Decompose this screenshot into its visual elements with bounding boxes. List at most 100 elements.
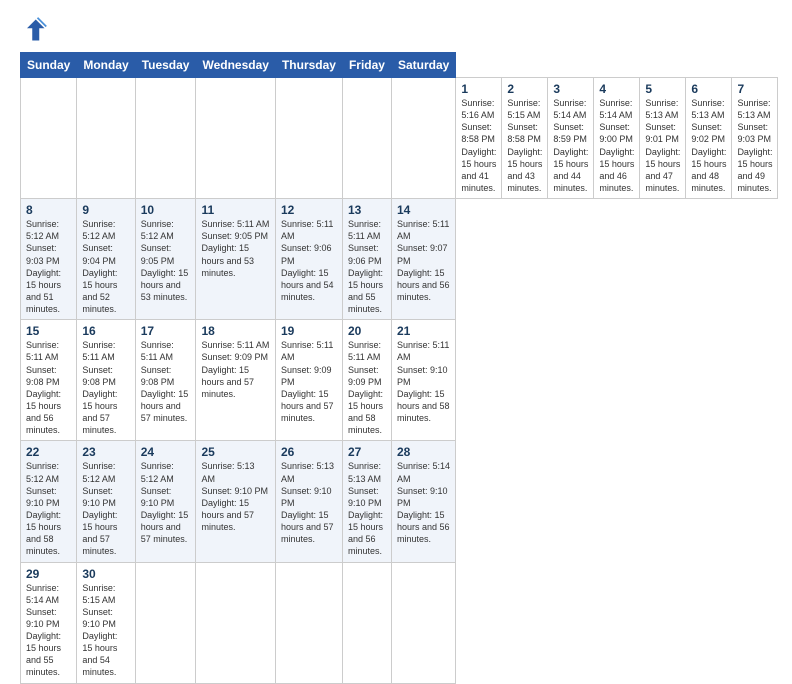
day-number: 28: [397, 445, 450, 459]
day-number: 27: [348, 445, 386, 459]
week-row-4: 22Sunrise: 5:12 AM Sunset: 9:10 PM Dayli…: [21, 441, 778, 562]
day-cell-27: 27Sunrise: 5:13 AM Sunset: 9:10 PM Dayli…: [342, 441, 391, 562]
logo-area: [20, 16, 52, 44]
empty-cell: [77, 78, 135, 199]
day-number: 13: [348, 203, 386, 217]
empty-cell: [342, 78, 391, 199]
page: SundayMondayTuesdayWednesdayThursdayFrid…: [0, 0, 792, 612]
weekday-header-row: SundayMondayTuesdayWednesdayThursdayFrid…: [21, 53, 778, 78]
day-number: 24: [141, 445, 191, 459]
day-cell-24: 24Sunrise: 5:12 AM Sunset: 9:10 PM Dayli…: [135, 441, 196, 562]
day-number: 18: [201, 324, 269, 338]
day-cell-14: 14Sunrise: 5:11 AM Sunset: 9:07 PM Dayli…: [391, 199, 455, 320]
day-info: Sunrise: 5:11 AM Sunset: 9:08 PM Dayligh…: [141, 339, 191, 424]
day-info: Sunrise: 5:13 AM Sunset: 9:10 PM Dayligh…: [201, 460, 269, 533]
day-info: Sunrise: 5:13 AM Sunset: 9:10 PM Dayligh…: [348, 460, 386, 557]
logo-icon: [20, 16, 48, 44]
day-number: 8: [26, 203, 71, 217]
day-number: 22: [26, 445, 71, 459]
weekday-sunday: Sunday: [21, 53, 77, 78]
day-number: 6: [691, 82, 726, 96]
day-cell-26: 26Sunrise: 5:13 AM Sunset: 9:10 PM Dayli…: [275, 441, 342, 562]
day-number: 3: [553, 82, 588, 96]
day-info: Sunrise: 5:11 AM Sunset: 9:09 PM Dayligh…: [281, 339, 337, 424]
day-number: 2: [507, 82, 542, 96]
day-number: 17: [141, 324, 191, 338]
day-cell-18: 18Sunrise: 5:11 AM Sunset: 9:09 PM Dayli…: [196, 320, 275, 441]
day-cell-5: 5Sunrise: 5:13 AM Sunset: 9:01 PM Daylig…: [640, 78, 686, 199]
day-number: 5: [645, 82, 680, 96]
day-info: Sunrise: 5:12 AM Sunset: 9:10 PM Dayligh…: [26, 460, 71, 557]
calendar-body: 1Sunrise: 5:16 AM Sunset: 8:58 PM Daylig…: [21, 78, 778, 684]
day-info: Sunrise: 5:15 AM Sunset: 8:58 PM Dayligh…: [507, 97, 542, 194]
day-number: 26: [281, 445, 337, 459]
day-number: 25: [201, 445, 269, 459]
day-number: 30: [82, 567, 129, 581]
day-info: Sunrise: 5:12 AM Sunset: 9:10 PM Dayligh…: [141, 460, 191, 545]
day-cell-10: 10Sunrise: 5:12 AM Sunset: 9:05 PM Dayli…: [135, 199, 196, 320]
day-cell-17: 17Sunrise: 5:11 AM Sunset: 9:08 PM Dayli…: [135, 320, 196, 441]
day-cell-20: 20Sunrise: 5:11 AM Sunset: 9:09 PM Dayli…: [342, 320, 391, 441]
day-info: Sunrise: 5:14 AM Sunset: 8:59 PM Dayligh…: [553, 97, 588, 194]
day-cell-28: 28Sunrise: 5:14 AM Sunset: 9:10 PM Dayli…: [391, 441, 455, 562]
day-number: 7: [737, 82, 772, 96]
empty-cell: [21, 78, 77, 199]
day-info: Sunrise: 5:11 AM Sunset: 9:09 PM Dayligh…: [201, 339, 269, 400]
day-info: Sunrise: 5:11 AM Sunset: 9:06 PM Dayligh…: [348, 218, 386, 315]
title-area: [52, 16, 772, 18]
day-cell-4: 4Sunrise: 5:14 AM Sunset: 9:00 PM Daylig…: [594, 78, 640, 199]
day-number: 21: [397, 324, 450, 338]
day-cell-16: 16Sunrise: 5:11 AM Sunset: 9:08 PM Dayli…: [77, 320, 135, 441]
weekday-friday: Friday: [342, 53, 391, 78]
day-number: 16: [82, 324, 129, 338]
weekday-tuesday: Tuesday: [135, 53, 196, 78]
empty-cell: [196, 78, 275, 199]
day-info: Sunrise: 5:16 AM Sunset: 8:58 PM Dayligh…: [461, 97, 496, 194]
empty-cell: [135, 562, 196, 683]
empty-cell: [391, 78, 455, 199]
week-row-5: 29Sunrise: 5:14 AM Sunset: 9:10 PM Dayli…: [21, 562, 778, 683]
day-number: 10: [141, 203, 191, 217]
day-cell-3: 3Sunrise: 5:14 AM Sunset: 8:59 PM Daylig…: [548, 78, 594, 199]
day-info: Sunrise: 5:15 AM Sunset: 9:10 PM Dayligh…: [82, 582, 129, 679]
day-info: Sunrise: 5:14 AM Sunset: 9:10 PM Dayligh…: [26, 582, 71, 679]
day-info: Sunrise: 5:12 AM Sunset: 9:10 PM Dayligh…: [82, 460, 129, 557]
day-number: 1: [461, 82, 496, 96]
day-number: 12: [281, 203, 337, 217]
calendar-table: SundayMondayTuesdayWednesdayThursdayFrid…: [20, 52, 778, 684]
day-info: Sunrise: 5:12 AM Sunset: 9:03 PM Dayligh…: [26, 218, 71, 315]
day-number: 29: [26, 567, 71, 581]
day-info: Sunrise: 5:13 AM Sunset: 9:03 PM Dayligh…: [737, 97, 772, 194]
day-info: Sunrise: 5:14 AM Sunset: 9:10 PM Dayligh…: [397, 460, 450, 545]
day-info: Sunrise: 5:14 AM Sunset: 9:00 PM Dayligh…: [599, 97, 634, 194]
day-cell-11: 11Sunrise: 5:11 AM Sunset: 9:05 PM Dayli…: [196, 199, 275, 320]
header: [20, 16, 772, 44]
day-cell-19: 19Sunrise: 5:11 AM Sunset: 9:09 PM Dayli…: [275, 320, 342, 441]
week-row-2: 8Sunrise: 5:12 AM Sunset: 9:03 PM Daylig…: [21, 199, 778, 320]
day-info: Sunrise: 5:12 AM Sunset: 9:04 PM Dayligh…: [82, 218, 129, 315]
day-number: 15: [26, 324, 71, 338]
day-cell-13: 13Sunrise: 5:11 AM Sunset: 9:06 PM Dayli…: [342, 199, 391, 320]
day-info: Sunrise: 5:11 AM Sunset: 9:06 PM Dayligh…: [281, 218, 337, 303]
empty-cell: [135, 78, 196, 199]
day-cell-9: 9Sunrise: 5:12 AM Sunset: 9:04 PM Daylig…: [77, 199, 135, 320]
week-row-3: 15 Sunrise: 5:11 AM Sunset: 9:08 PM Dayli…: [21, 320, 778, 441]
day-number: 9: [82, 203, 129, 217]
day-info: Sunrise: 5:13 AM Sunset: 9:01 PM Dayligh…: [645, 97, 680, 194]
weekday-wednesday: Wednesday: [196, 53, 275, 78]
day-number: 11: [201, 203, 269, 217]
day-cell-1: 1Sunrise: 5:16 AM Sunset: 8:58 PM Daylig…: [456, 78, 502, 199]
day-cell-23: 23Sunrise: 5:12 AM Sunset: 9:10 PM Dayli…: [77, 441, 135, 562]
day-number: 23: [82, 445, 129, 459]
weekday-monday: Monday: [77, 53, 135, 78]
day-cell-30: 30Sunrise: 5:15 AM Sunset: 9:10 PM Dayli…: [77, 562, 135, 683]
day-info: Sunrise: 5:11 AM Sunset: 9:08 PM Dayligh…: [82, 339, 129, 436]
week-row-1: 1Sunrise: 5:16 AM Sunset: 8:58 PM Daylig…: [21, 78, 778, 199]
day-number: 20: [348, 324, 386, 338]
day-info: Sunrise: 5:13 AM Sunset: 9:02 PM Dayligh…: [691, 97, 726, 194]
weekday-thursday: Thursday: [275, 53, 342, 78]
day-number: 19: [281, 324, 337, 338]
day-info: Sunrise: 5:12 AM Sunset: 9:05 PM Dayligh…: [141, 218, 191, 303]
empty-cell: [275, 78, 342, 199]
empty-cell: [391, 562, 455, 683]
